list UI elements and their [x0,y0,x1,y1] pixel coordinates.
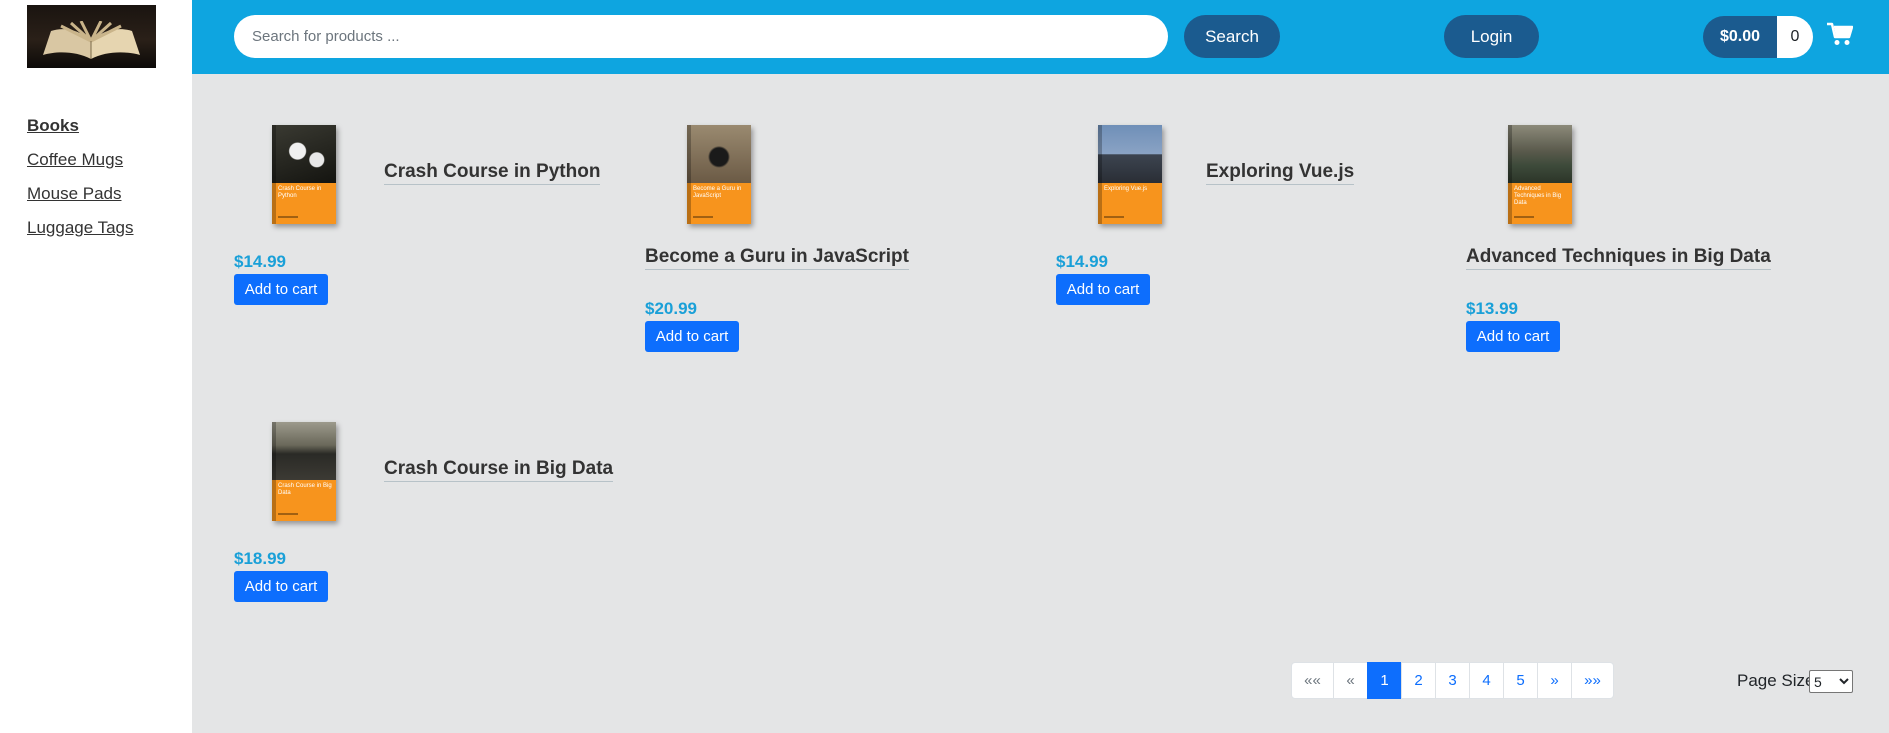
page-prev-button[interactable]: « [1333,662,1368,699]
page-size-select[interactable]: 5 [1809,670,1853,693]
page-number-1[interactable]: 1 [1367,662,1402,699]
search-input[interactable] [234,15,1168,58]
book-cover-image[interactable]: Crash Course in Python [272,125,336,224]
product-price: $14.99 [234,252,286,271]
book-cover-image[interactable]: Exploring Vue.js [1098,125,1162,224]
logo-area [0,0,192,74]
product-grid: Crash Course in Python Crash Course in P… [192,74,1889,733]
cart-count-badge[interactable]: 0 [1777,16,1813,58]
cover-title-text: Advanced Techniques in Big Data [1514,186,1562,206]
book-cover-image[interactable]: Advanced Techniques in Big Data [1508,125,1572,224]
product-title-link[interactable]: Exploring Vue.js [1206,161,1355,185]
book-cover-image[interactable]: Crash Course in Big Data [272,422,336,521]
product-title-link[interactable]: Crash Course in Big Data [384,458,614,482]
cover-title-text: Crash Course in Python [278,186,322,199]
sidebar-item-luggage-tags[interactable]: Luggage Tags [27,218,134,238]
page-number-4[interactable]: 4 [1469,662,1504,699]
product-price: $20.99 [645,299,697,318]
add-to-cart-button[interactable]: Add to cart [1466,321,1560,352]
page-number-2[interactable]: 2 [1401,662,1436,699]
sidebar-item-coffee-mugs[interactable]: Coffee Mugs [27,150,123,170]
page-last-button[interactable]: »» [1571,662,1614,699]
pagination: «« « 1 2 3 4 5 » »» [1291,662,1614,699]
add-to-cart-button[interactable]: Add to cart [645,321,739,352]
book-cover-image[interactable]: Become a Guru in JavaScript [687,125,751,224]
cover-title-text: Exploring Vue.js [1104,186,1148,192]
page-number-5[interactable]: 5 [1503,662,1538,699]
top-header-bar: Search Login $0.00 0 [192,0,1889,74]
login-button[interactable]: Login [1444,15,1539,58]
sidebar-item-books[interactable]: Books [27,116,79,136]
product-price: $13.99 [1466,299,1518,318]
product-title-link[interactable]: Become a Guru in JavaScript [645,246,909,270]
add-to-cart-button[interactable]: Add to cart [234,571,328,602]
cart-total-badge[interactable]: $0.00 [1703,16,1777,58]
product-title-link[interactable]: Crash Course in Python [384,161,601,185]
open-book-icon [43,21,140,59]
sidebar-item-mouse-pads[interactable]: Mouse Pads [27,184,122,204]
add-to-cart-button[interactable]: Add to cart [1056,274,1150,305]
page-size-label: Page Size [1737,671,1815,690]
page-next-button[interactable]: » [1537,662,1572,699]
product-title-link[interactable]: Advanced Techniques in Big Data [1466,246,1771,270]
shopping-cart-icon[interactable] [1827,22,1853,46]
product-price: $18.99 [234,549,286,568]
cover-title-text: Crash Course in Big Data [278,483,332,496]
cover-title-text: Become a Guru in JavaScript [693,186,742,199]
open-book-logo[interactable] [27,5,156,68]
add-to-cart-button[interactable]: Add to cart [234,274,328,305]
page-first-button[interactable]: «« [1291,662,1334,699]
product-price: $14.99 [1056,252,1108,271]
category-sidebar: Books Coffee Mugs Mouse Pads Luggage Tag… [0,74,192,733]
search-button[interactable]: Search [1184,15,1280,58]
page-number-3[interactable]: 3 [1435,662,1470,699]
